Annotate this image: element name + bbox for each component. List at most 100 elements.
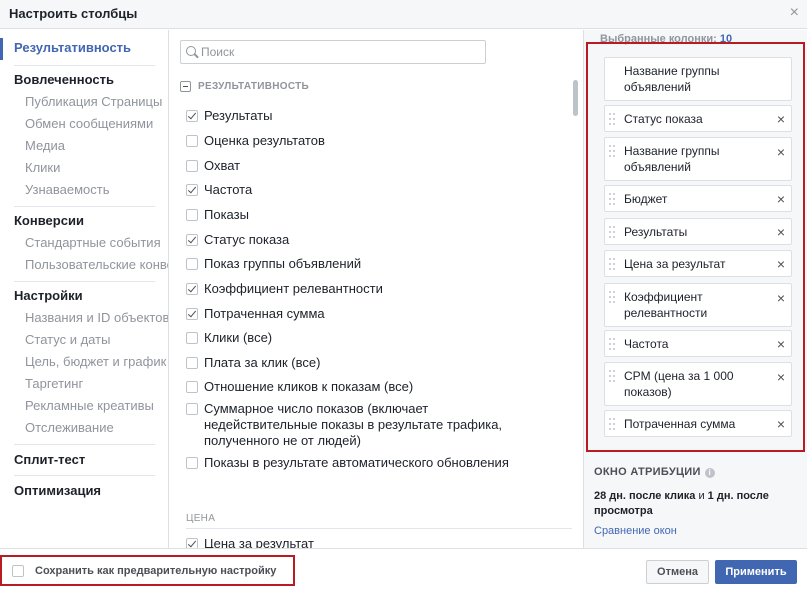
remove-column-icon[interactable]: ×: [775, 417, 787, 431]
selected-column-card[interactable]: × CPM (цена за 1 000 показов): [604, 362, 792, 406]
nav-divider: [14, 206, 155, 207]
column-checkbox[interactable]: [186, 308, 198, 320]
drag-handle-icon[interactable]: [609, 226, 616, 239]
save-preset-label: Сохранить как предварительную настройку: [35, 565, 277, 577]
selected-column-card[interactable]: × Частота: [604, 330, 792, 357]
nav-item-awareness[interactable]: Узнаваемость: [25, 182, 168, 197]
nav-item-creatives[interactable]: Рекламные креативы: [25, 398, 168, 413]
scrollbar[interactable]: [573, 80, 578, 116]
selected-column-card[interactable]: × Результаты: [604, 218, 792, 245]
selected-columns-panel: Выбранные колонки: 10 Название группы об…: [583, 30, 807, 548]
cancel-button[interactable]: Отмена: [646, 560, 709, 584]
attribution-and: и: [695, 490, 708, 502]
nav-item-split-test[interactable]: Сплит-тест: [14, 452, 85, 467]
category-nav: Результативность Вовлеченность Публикаци…: [0, 30, 169, 548]
column-option-label: Потраченная сумма: [204, 306, 325, 321]
info-icon[interactable]: i: [704, 468, 715, 478]
column-checkbox[interactable]: [186, 234, 198, 246]
nav-item-conversions[interactable]: Конверсии: [14, 213, 84, 228]
compare-windows-link[interactable]: Сравнение окон: [594, 525, 677, 537]
drag-handle-icon[interactable]: [609, 418, 616, 431]
selected-column-card[interactable]: × Коэффициент релевантности: [604, 283, 792, 327]
column-checkbox[interactable]: [186, 110, 198, 122]
nav-item-clicks[interactable]: Клики: [25, 160, 168, 175]
section-title-price: ЦЕНА: [186, 513, 216, 524]
nav-item-performance[interactable]: Результативность: [14, 40, 131, 55]
attribution-heading: ОКНО АТРИБУЦИИ i: [594, 466, 715, 478]
nav-item-status-dates[interactable]: Статус и даты: [25, 332, 168, 347]
column-option-label: Отношение кликов к показам (все): [204, 379, 414, 394]
drag-handle-icon[interactable]: [609, 113, 616, 126]
nav-item-messaging[interactable]: Обмен сообщениями: [25, 116, 168, 131]
nav-item-media[interactable]: Медиа: [25, 138, 168, 153]
nav-item-page-post[interactable]: Публикация Страницы: [25, 94, 168, 109]
remove-column-icon[interactable]: ×: [775, 257, 787, 271]
drag-handle-icon[interactable]: [609, 145, 616, 158]
attribution-title: ОКНО АТРИБУЦИИ: [594, 466, 701, 478]
nav-item-settings[interactable]: Настройки: [14, 288, 83, 303]
column-checkbox[interactable]: [186, 209, 198, 221]
remove-column-icon[interactable]: ×: [775, 112, 787, 126]
column-checkbox[interactable]: [186, 160, 198, 172]
remove-column-icon[interactable]: ×: [775, 145, 787, 159]
dialog-footer: Сохранить как предварительную настройку …: [0, 548, 807, 595]
drag-handle-icon[interactable]: [609, 258, 616, 271]
column-option-label: Коэффициент релевантности: [204, 281, 383, 296]
drag-handle-icon[interactable]: [609, 338, 616, 351]
remove-column-icon[interactable]: ×: [775, 337, 787, 351]
nav-active-indicator: [0, 38, 3, 60]
column-checkbox[interactable]: [186, 381, 198, 393]
nav-item-objective-budget[interactable]: Цель, бюджет и график: [25, 354, 168, 369]
column-checkbox[interactable]: [186, 332, 198, 344]
save-preset-checkbox[interactable]: [12, 565, 24, 577]
nav-item-names-ids[interactable]: Названия и ID объектов: [25, 310, 168, 325]
selected-column-label: Цена за результат: [624, 257, 726, 271]
nav-item-targeting[interactable]: Таргетинг: [25, 376, 168, 391]
nav-item-engagement[interactable]: Вовлеченность: [14, 72, 114, 87]
column-list-panel: РЕЗУЛЬТАТИВНОСТЬ Результаты Оценка резуль…: [170, 30, 707, 551]
selected-columns-highlight: Название группы объявлений × Статус показа…: [586, 42, 805, 452]
column-checkbox[interactable]: [186, 184, 198, 196]
column-option-label: Суммарное число показов (включает недейс…: [204, 401, 503, 448]
selected-column-label: Частота: [624, 337, 669, 351]
column-checkbox[interactable]: [186, 357, 198, 369]
selected-column-card[interactable]: × Статус показа: [604, 105, 792, 132]
drag-handle-icon[interactable]: [609, 370, 616, 383]
selected-column-card[interactable]: × Цена за результат: [604, 250, 792, 277]
remove-column-icon[interactable]: ×: [775, 291, 787, 305]
selected-column-card[interactable]: × Бюджет: [604, 185, 792, 212]
nav-divider: [14, 444, 155, 445]
section-title: РЕЗУЛЬТАТИВНОСТЬ: [198, 81, 310, 92]
selected-column-card[interactable]: × Потраченная сумма: [604, 410, 792, 437]
drag-handle-icon[interactable]: [609, 291, 616, 304]
selected-column-label: Результаты: [624, 225, 688, 239]
save-preset-option[interactable]: Сохранить как предварительную настройку: [0, 555, 295, 586]
search-icon: [186, 46, 196, 56]
column-checkbox[interactable]: [186, 258, 198, 270]
nav-item-tracking[interactable]: Отслеживание: [25, 420, 168, 435]
collapse-icon[interactable]: [180, 81, 191, 92]
column-option-label: Показы: [204, 207, 249, 222]
selected-column-card[interactable]: × Название группы объявлений: [604, 137, 792, 181]
drag-handle-icon[interactable]: [609, 193, 616, 206]
dialog-title: Настроить столбцы: [9, 6, 138, 21]
column-option-label: Показы в результате автоматического обно…: [204, 455, 509, 470]
column-checkbox[interactable]: [186, 457, 198, 469]
search-input[interactable]: [201, 44, 471, 60]
column-checkbox[interactable]: [186, 283, 198, 295]
nav-divider: [14, 281, 155, 282]
selected-column-card[interactable]: Название группы объявлений: [604, 57, 792, 101]
nav-item-custom-conversions[interactable]: Пользовательские конверсии: [25, 257, 168, 272]
nav-item-optimization[interactable]: Оптимизация: [14, 483, 101, 498]
column-checkbox[interactable]: [186, 403, 198, 415]
remove-column-icon[interactable]: ×: [775, 370, 787, 384]
column-checkbox[interactable]: [186, 135, 198, 147]
selected-column-label: Коэффициент релевантности: [624, 290, 708, 320]
remove-column-icon[interactable]: ×: [775, 192, 787, 206]
search-box[interactable]: [180, 40, 486, 64]
nav-divider: [14, 475, 155, 476]
close-icon[interactable]: ×: [790, 5, 799, 21]
remove-column-icon[interactable]: ×: [775, 225, 787, 239]
apply-button[interactable]: Применить: [715, 560, 797, 584]
nav-item-standard-events[interactable]: Стандартные события: [25, 235, 168, 250]
